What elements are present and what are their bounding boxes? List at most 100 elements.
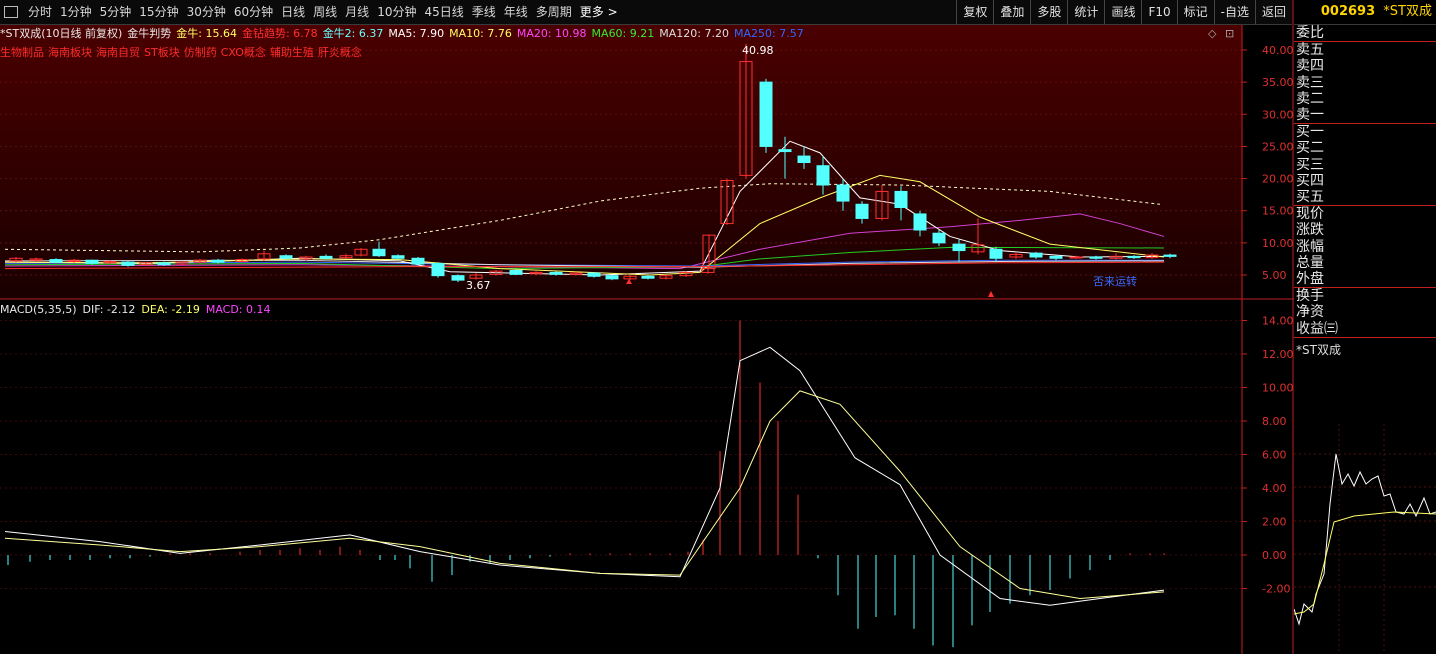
macd-dea: DEA: -2.19 <box>141 302 200 316</box>
finance-section: 换手 净资 收益㈢ <box>1294 288 1436 338</box>
candle-body <box>855 203 869 219</box>
candle-body <box>85 259 99 264</box>
concept-tag[interactable]: 生物制品 <box>0 46 44 59</box>
high-label: 40.98 <box>742 44 774 57</box>
candle-body <box>211 259 225 263</box>
kline-chart[interactable]: 40.0035.0030.0025.0020.0015.0010.005.00 … <box>0 0 1294 654</box>
macd-tick-label: 14.00 <box>1262 315 1294 328</box>
macd-tick-label: 12.00 <box>1262 348 1294 361</box>
price-tick-label: 35.00 <box>1262 76 1294 89</box>
candle-body <box>913 213 927 231</box>
concept-tag[interactable]: 海南板块 <box>48 46 92 59</box>
indicator-value-6: MA60: 9.21 <box>591 26 655 40</box>
quote-row-label: 卖一 <box>1296 107 1324 124</box>
candle-body <box>778 149 792 153</box>
indicator-name[interactable]: 金牛判势 <box>127 25 171 41</box>
candle-body <box>411 257 425 265</box>
candle-body <box>1049 255 1063 259</box>
indicator-value-3: MA5: 7.90 <box>388 26 445 40</box>
buy-book: 买一 买二 买三 买四 买五 <box>1294 124 1436 207</box>
candle-body <box>759 81 773 147</box>
quote-row-label: 买五 <box>1296 189 1324 206</box>
quote-row-label: 卖五 <box>1296 42 1324 59</box>
price-tick-label: 25.00 <box>1262 140 1294 153</box>
indicator-value-8: MA250: 7.57 <box>733 26 804 40</box>
quote-row-label: 换手 <box>1296 288 1324 305</box>
concept-tag[interactable]: CXO概念 <box>221 46 266 59</box>
price-tick-label: 30.00 <box>1262 108 1294 121</box>
indicator-value-1: 金钻趋势: 6.78 <box>241 27 318 40</box>
macd-tick-label: 6.00 <box>1262 449 1287 462</box>
macd-tick-label: 2.00 <box>1262 516 1287 529</box>
macd-value: MACD: 0.14 <box>205 302 271 316</box>
concept-tag[interactable]: 海南自贸 <box>96 46 140 59</box>
mini-chart-title: *ST双成 <box>1296 342 1341 357</box>
candle-body <box>319 255 333 259</box>
candle-body <box>279 255 293 259</box>
macd-tick-label: 8.00 <box>1262 415 1287 428</box>
quote-panel: 002693 *ST双成 委比 卖五 卖四 卖三 卖二 卖一 买一 买二 买三 买四 买五 现价… <box>1294 0 1436 654</box>
low-label: 3.67 <box>466 279 491 292</box>
quote-row-label: 净资 <box>1296 304 1324 321</box>
quote-row-label: 卖四 <box>1296 58 1324 75</box>
price-tick-label: 15.00 <box>1262 205 1294 218</box>
candle-body <box>797 155 811 163</box>
quote-header: 002693 *ST双成 <box>1294 0 1436 25</box>
quote-row-label: 买二 <box>1296 140 1324 157</box>
indicator-value-4: MA10: 7.76 <box>449 26 512 40</box>
quote-row-label: 收益㈢ <box>1296 320 1338 337</box>
candle-body <box>1127 255 1141 259</box>
macd-tick-label: 10.00 <box>1262 382 1294 395</box>
expand-icon: ⊡ <box>1225 27 1234 40</box>
candle-body <box>1029 252 1043 258</box>
quote-row-label: 买三 <box>1296 156 1324 173</box>
quote-row-label: 买四 <box>1296 172 1324 189</box>
candle-body <box>1069 256 1083 259</box>
stock-name: *ST双成 <box>1383 4 1432 19</box>
order-ratio-section: 委比 <box>1294 25 1436 43</box>
candle-body <box>157 262 171 266</box>
mini-intraday-chart[interactable] <box>1294 424 1436 654</box>
concept-tag[interactable]: 辅助生殖 <box>270 46 314 59</box>
candle-body <box>932 232 946 244</box>
candle-body <box>605 275 619 280</box>
stock-title: *ST双成(10日线 前复权) <box>0 27 123 40</box>
candle-body <box>1163 254 1177 257</box>
indicator-value-2: 金牛2: 6.37 <box>322 27 384 40</box>
concept-tag[interactable]: 肝炎概念 <box>318 46 362 59</box>
price-tick-label: 20.00 <box>1262 173 1294 186</box>
candle-body <box>641 275 655 279</box>
quote-row-label: 现价 <box>1296 206 1324 223</box>
macd-line <box>4 390 1165 600</box>
candle-body <box>121 261 135 266</box>
price-tick-label: 40.00 <box>1262 44 1294 57</box>
quote-row-label: 买一 <box>1296 124 1324 141</box>
price-tick-label: 10.00 <box>1262 237 1294 250</box>
price-tick-label: 5.00 <box>1262 269 1287 282</box>
quote-row-label: 外盘 <box>1296 271 1324 288</box>
candle-body <box>49 259 63 263</box>
indicator-infoline: *ST双成(10日线 前复权) 金牛判势 金牛: 15.64 金钻趋势: 6.78… <box>0 25 809 41</box>
candle-body <box>372 248 386 257</box>
quote-row-label: 委比 <box>1296 25 1324 41</box>
macd-tick-label: -2.00 <box>1262 583 1290 596</box>
concept-tag[interactable]: ST板块 <box>144 46 180 59</box>
candle-body <box>894 190 908 209</box>
macd-label[interactable]: MACD(5,35,5) <box>0 303 77 316</box>
stock-code: 002693 <box>1320 4 1376 19</box>
quote-row-label: 涨幅 <box>1296 238 1324 255</box>
candle-body <box>587 272 601 277</box>
diamond-icon: ◇ <box>1208 27 1217 40</box>
concept-tags: 生物制品 海南板块 海南自贸 ST板块 仿制药 CXO概念 辅助生殖 肝炎概念 <box>0 44 366 60</box>
indicator-value-7: MA120: 7.20 <box>659 26 729 40</box>
quote-row-label: 涨跌 <box>1296 222 1324 239</box>
indicator-value-0: 金牛: 15.64 <box>176 27 237 40</box>
macd-dif: DIF: -2.12 <box>82 302 136 316</box>
quote-row-label: 总量 <box>1296 254 1324 271</box>
macd-tick-label: 0.00 <box>1262 549 1287 562</box>
quote-row-label: 卖二 <box>1296 90 1324 107</box>
indicator-value-5: MA20: 10.98 <box>516 26 587 40</box>
concept-tag[interactable]: 仿制药 <box>184 46 217 59</box>
candle-body <box>549 271 563 275</box>
candle-body <box>1089 256 1103 259</box>
